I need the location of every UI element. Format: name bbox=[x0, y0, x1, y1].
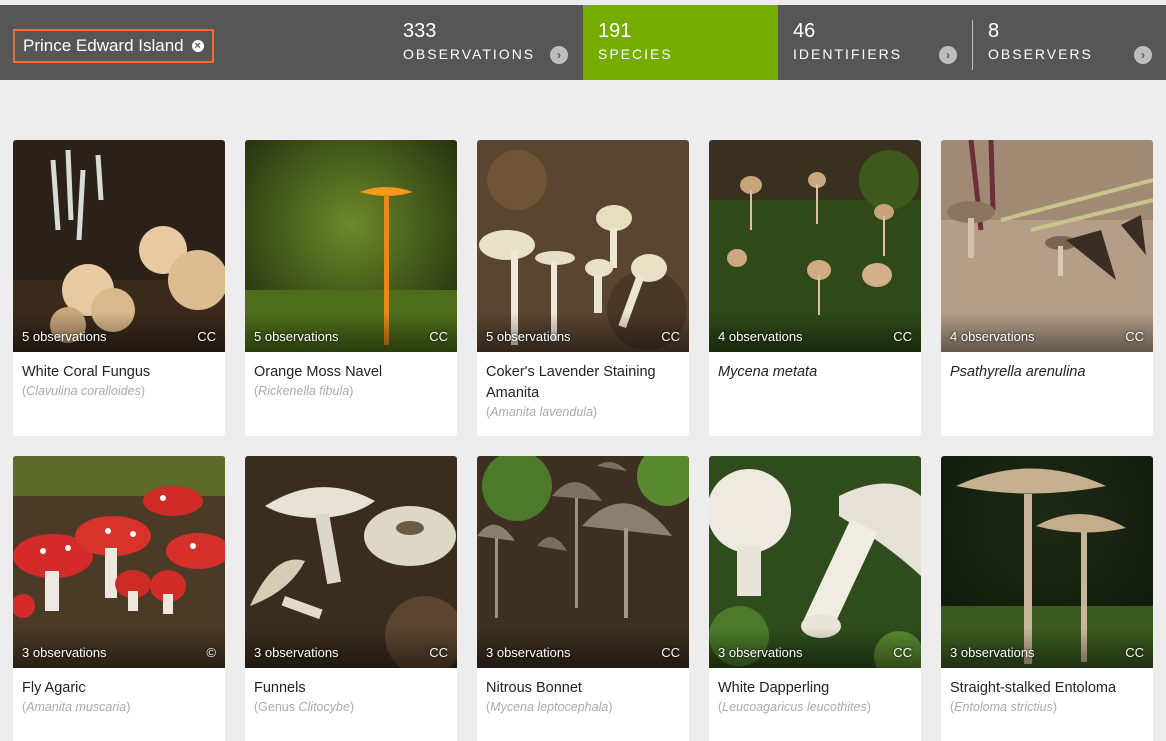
species-photo[interactable]: 5 observations CC bbox=[477, 140, 689, 352]
observation-count: 5 observations bbox=[486, 329, 571, 344]
common-name[interactable]: Orange Moss Navel bbox=[254, 362, 448, 383]
species-card[interactable]: 3 observations CC Straight-stalked Entol… bbox=[941, 456, 1153, 741]
species-card[interactable]: 3 observations CC White Dapperling (Leuc… bbox=[709, 456, 921, 741]
stat-count: 333 bbox=[403, 20, 437, 42]
license-label: CC bbox=[661, 329, 680, 344]
species-card[interactable]: 5 observations CC Orange Moss Navel (Ric… bbox=[245, 140, 457, 436]
scientific-name: (Amanita lavendula) bbox=[486, 405, 598, 419]
copyright-icon: © bbox=[206, 645, 216, 660]
place-name: Prince Edward Island bbox=[23, 36, 184, 55]
species-card[interactable]: 5 observations CC White Coral Fungus (Cl… bbox=[13, 140, 225, 436]
common-name[interactable]: White Coral Fungus bbox=[22, 362, 216, 383]
license-label: CC bbox=[661, 645, 680, 660]
observation-count: 3 observations bbox=[950, 645, 1035, 660]
species-photo[interactable]: 4 observations CC bbox=[941, 140, 1153, 352]
species-photo[interactable]: 4 observations CC bbox=[709, 140, 921, 352]
stat-count: 46 bbox=[793, 20, 816, 42]
observation-count: 4 observations bbox=[718, 329, 803, 344]
stat-label: IDENTIFIERS bbox=[793, 46, 903, 62]
observation-count: 4 observations bbox=[950, 329, 1035, 344]
species-photo[interactable]: 5 observations CC bbox=[245, 140, 457, 352]
common-name[interactable]: Coker's Lavender Staining Amanita bbox=[486, 362, 680, 404]
scientific-name: (Entoloma strictius) bbox=[950, 700, 1057, 714]
species-card[interactable]: 3 observations CC Funnels (Genus Clitocy… bbox=[245, 456, 457, 741]
species-photo[interactable]: 5 observations CC bbox=[13, 140, 225, 352]
common-name[interactable]: Straight-stalked Entoloma bbox=[950, 678, 1144, 699]
license-label: CC bbox=[1125, 329, 1144, 344]
species-card[interactable]: 4 observations CC Psathyrella arenulina bbox=[941, 140, 1153, 436]
stats-header: Prince Edward Island × 333 OBSERVATIONS … bbox=[0, 5, 1166, 80]
species-card[interactable]: 5 observations CC Coker's Lavender Stain… bbox=[477, 140, 689, 436]
stat-label: OBSERVATIONS bbox=[403, 46, 536, 62]
observation-count: 5 observations bbox=[22, 329, 107, 344]
stat-count: 8 bbox=[988, 20, 1000, 42]
scientific-name: (Amanita muscaria) bbox=[22, 700, 131, 714]
license-label: CC bbox=[429, 329, 448, 344]
species-photo[interactable]: 3 observations CC bbox=[941, 456, 1153, 668]
license-label: CC bbox=[893, 645, 912, 660]
scientific-name: (Leucoagaricus leucothites) bbox=[718, 700, 871, 714]
stat-label: SPECIES bbox=[598, 46, 673, 62]
stat-label: OBSERVERS bbox=[988, 46, 1093, 62]
stat-species[interactable]: 191 SPECIES bbox=[583, 5, 778, 80]
place-filter-chip[interactable]: Prince Edward Island × bbox=[13, 29, 214, 63]
species-photo[interactable]: 3 observations CC bbox=[245, 456, 457, 668]
species-grid: 5 observations CC White Coral Fungus (Cl… bbox=[13, 140, 1153, 741]
stat-observers[interactable]: 8 OBSERVERS › bbox=[968, 5, 1166, 80]
stat-identifiers[interactable]: 46 IDENTIFIERS › bbox=[773, 5, 968, 80]
license-label: CC bbox=[197, 329, 216, 344]
chevron-right-icon[interactable]: › bbox=[939, 46, 957, 64]
scientific-name: (Mycena leptocephala) bbox=[486, 700, 613, 714]
species-card[interactable]: 3 observations © Fly Agaric (Amanita mus… bbox=[13, 456, 225, 741]
license-label: CC bbox=[1125, 645, 1144, 660]
species-card[interactable]: 4 observations CC Mycena metata bbox=[709, 140, 921, 436]
species-photo[interactable]: 3 observations CC bbox=[709, 456, 921, 668]
license-label: CC bbox=[893, 329, 912, 344]
chevron-right-icon[interactable]: › bbox=[550, 46, 568, 64]
scientific-name: (Rickenella fibula) bbox=[254, 384, 354, 398]
common-name[interactable]: Nitrous Bonnet bbox=[486, 678, 680, 699]
scientific-name: (Genus Clitocybe) bbox=[254, 700, 355, 714]
common-name[interactable]: Funnels bbox=[254, 678, 448, 699]
species-photo[interactable]: 3 observations © bbox=[13, 456, 225, 668]
observation-count: 3 observations bbox=[254, 645, 339, 660]
observation-count: 5 observations bbox=[254, 329, 339, 344]
species-name[interactable]: Psathyrella arenulina bbox=[950, 362, 1144, 383]
scientific-name: (Clavulina coralloides) bbox=[22, 384, 145, 398]
observation-count: 3 observations bbox=[22, 645, 107, 660]
species-card[interactable]: 3 observations CC Nitrous Bonnet (Mycena… bbox=[477, 456, 689, 741]
observation-count: 3 observations bbox=[718, 645, 803, 660]
common-name[interactable]: Fly Agaric bbox=[22, 678, 216, 699]
common-name[interactable]: White Dapperling bbox=[718, 678, 912, 699]
species-photo[interactable]: 3 observations CC bbox=[477, 456, 689, 668]
chevron-right-icon[interactable]: › bbox=[1134, 46, 1152, 64]
remove-place-icon[interactable]: × bbox=[191, 40, 204, 52]
species-name[interactable]: Mycena metata bbox=[718, 362, 912, 383]
license-label: CC bbox=[429, 645, 448, 660]
observation-count: 3 observations bbox=[486, 645, 571, 660]
stat-observations[interactable]: 333 OBSERVATIONS › bbox=[383, 5, 578, 80]
stat-count: 191 bbox=[598, 20, 632, 42]
